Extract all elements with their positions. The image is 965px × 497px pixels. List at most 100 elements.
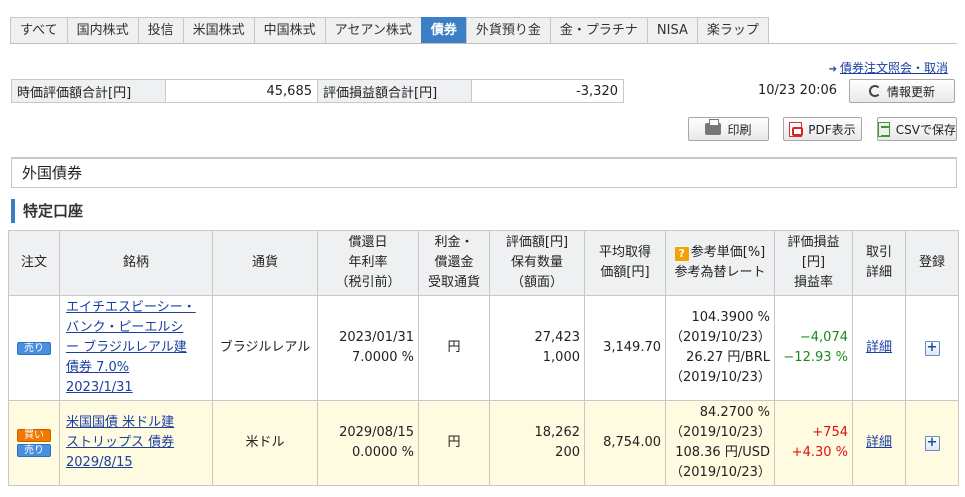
fx-rate: 26.27 円/BRL: [686, 350, 770, 365]
security-name-line: 米国国債 米ドル建: [66, 415, 175, 430]
quantity: 1,000: [542, 350, 580, 365]
security-name-line: 2029/8/15: [66, 455, 133, 470]
sell-button[interactable]: 売り: [17, 444, 51, 457]
col-name: 銘柄: [59, 230, 213, 296]
security-name-cell: エイチエスビーシー・ バンク・ピーエルシ ー ブラジルレアル建 債券 7.0% …: [59, 295, 213, 401]
tab-domestic-stocks[interactable]: 国内株式: [66, 17, 139, 43]
col-redemption: 償還日 年利率 （税引前）: [317, 230, 419, 296]
plus-icon[interactable]: +: [924, 436, 940, 451]
arrow-right-icon: ➔: [828, 64, 837, 75]
interest-rate: 0.0000 %: [352, 445, 414, 460]
col-detail: 取引 詳細: [852, 230, 906, 296]
fx-date: （2019/10/23）: [670, 465, 771, 480]
col-interest-l2: 償還金: [434, 255, 474, 270]
valuation: 27,423: [534, 330, 581, 345]
csv-label: CSVで保存: [895, 122, 956, 137]
tab-bonds[interactable]: 債券: [420, 17, 467, 43]
print-button[interactable]: 印刷: [688, 117, 769, 141]
holdings-table: 注文 銘柄 通貨 償還日 年利率 （税引前） 利金・ 償還金 受取通貨 評価額[円] 保有…: [8, 230, 959, 486]
pdf-label: PDF表示: [808, 122, 856, 137]
printer-icon: [705, 119, 722, 135]
pl-rate: −12.93 %: [783, 350, 848, 365]
tab-nisa[interactable]: NISA: [646, 17, 698, 43]
currency-cell: 米ドル: [212, 400, 318, 486]
fx-rate: 108.36 円/USD: [675, 445, 770, 460]
market-value-label: 時価評価額合計[円]: [11, 79, 166, 103]
pl-amount: +754: [812, 425, 848, 440]
col-avg-price: 平均取得 価額[円]: [584, 230, 666, 296]
ref-price: 84.2700 %: [699, 405, 770, 420]
pl-rate: +4.30 %: [791, 445, 848, 460]
account-type-heading: 特定口座: [11, 199, 83, 223]
fx-date: （2019/10/23）: [670, 370, 771, 385]
asset-tabs: すべて 国内株式 投信 米国株式 中国株式 アセアン株式 債券 外貨預り金 金・…: [10, 17, 957, 44]
refresh-label: 情報更新: [886, 84, 935, 99]
col-register: 登録: [905, 230, 959, 296]
table-row: 買い 売り 米国国債 米ドル建 ストリップス 債券 2029/8/15 米ドル …: [8, 400, 959, 486]
tab-gold-platinum[interactable]: 金・プラチナ: [549, 17, 648, 43]
redemption-cell: 2023/01/31 7.0000 %: [317, 295, 419, 401]
section-title: 外国債券: [11, 157, 957, 188]
tabs-spacer: [768, 17, 957, 43]
security-name-line: ー ブラジルレアル建: [66, 340, 187, 355]
unrealized-pl-label: 評価損益額合計[円]: [317, 79, 472, 103]
tab-asean-stocks[interactable]: アセアン株式: [324, 17, 422, 43]
interest-currency-cell: 円: [418, 295, 490, 401]
tab-china-stocks[interactable]: 中国株式: [253, 17, 326, 43]
security-name-link[interactable]: 米国国債 米ドル建 ストリップス 債券 2029/8/15: [64, 413, 208, 473]
col-interest-currency: 利金・ 償還金 受取通貨: [418, 230, 490, 296]
security-name-line: 債券 7.0%: [66, 360, 130, 375]
col-pl-l1: 評価損益: [787, 235, 840, 250]
currency-cell: ブラジルレアル: [212, 295, 318, 401]
col-value-l1: 評価額[円]: [505, 235, 569, 250]
tab-rakuwrap[interactable]: 楽ラップ: [696, 17, 769, 43]
col-detail-l2: 詳細: [865, 265, 892, 280]
sell-button[interactable]: 売り: [17, 341, 51, 355]
order-cell: 買い 売り: [8, 400, 60, 486]
col-value-l2: 保有数量: [510, 255, 563, 270]
detail-link[interactable]: 詳細: [866, 340, 892, 355]
col-value-l3: （額面）: [510, 275, 563, 290]
bond-order-inquiry-label: 債券注文照会・取消: [839, 61, 948, 75]
col-value: 評価額[円] 保有数量 （額面）: [489, 230, 585, 296]
ref-price-date: （2019/10/23）: [670, 330, 771, 345]
tab-foreign-currency-deposits[interactable]: 外貨預り金: [465, 17, 551, 43]
table-header-row: 注文 銘柄 通貨 償還日 年利率 （税引前） 利金・ 償還金 受取通貨 評価額[円] 保有…: [8, 230, 959, 296]
print-label: 印刷: [727, 122, 752, 137]
col-pl-l3: 損益率: [793, 275, 833, 290]
security-name-link[interactable]: エイチエスビーシー・ バンク・ピーエルシ ー ブラジルレアル建 債券 7.0% …: [64, 298, 208, 398]
ref-price-cell: 84.2700 % （2019/10/23） 108.36 円/USD （2019/1…: [665, 400, 775, 486]
summary-table: 時価評価額合計[円] 45,685 評価損益額合計[円] -3,320: [11, 79, 624, 103]
order-cell: 売り: [8, 295, 60, 401]
table-row: 売り エイチエスビーシー・ バンク・ピーエルシ ー ブラジルレアル建 債券 7.…: [8, 295, 959, 401]
col-redemption-l1: 償還日: [348, 235, 388, 250]
plus-icon[interactable]: +: [924, 341, 940, 356]
security-name-line: エイチエスビーシー・: [66, 300, 196, 315]
detail-cell: 詳細: [852, 295, 906, 401]
tab-investment-trusts[interactable]: 投信: [137, 17, 184, 43]
bond-order-inquiry-link[interactable]: ➔ 債券注文照会・取消: [829, 59, 948, 76]
help-icon[interactable]: ?: [674, 247, 689, 261]
pdf-button[interactable]: PDF表示: [783, 117, 862, 141]
unrealized-pl: -3,320: [471, 79, 624, 103]
refresh-icon: [868, 85, 881, 97]
value-cell: 18,262 200: [489, 400, 585, 486]
col-pl-l2: [円]: [801, 255, 826, 270]
csv-button[interactable]: CSVで保存: [877, 117, 957, 141]
value-cell: 27,423 1,000: [489, 295, 585, 401]
detail-link[interactable]: 詳細: [866, 435, 892, 450]
col-currency: 通貨: [212, 230, 318, 296]
tab-all[interactable]: すべて: [10, 17, 68, 43]
col-avg-l2: 価額[円]: [600, 265, 650, 280]
col-ref-l2: 参考為替レート: [674, 265, 766, 280]
register-cell: +: [905, 295, 959, 401]
col-ref-l1: 参考単価[%]: [690, 245, 766, 260]
tab-us-stocks[interactable]: 米国株式: [182, 17, 255, 43]
col-detail-l1: 取引: [865, 245, 892, 260]
refresh-button[interactable]: 情報更新: [849, 79, 955, 103]
buy-button[interactable]: 買い: [17, 429, 51, 442]
interest-rate: 7.0000 %: [352, 350, 414, 365]
col-order: 注文: [8, 230, 60, 296]
security-name-cell: 米国国債 米ドル建 ストリップス 債券 2029/8/15: [59, 400, 213, 486]
ref-price: 104.3900 %: [691, 310, 770, 325]
